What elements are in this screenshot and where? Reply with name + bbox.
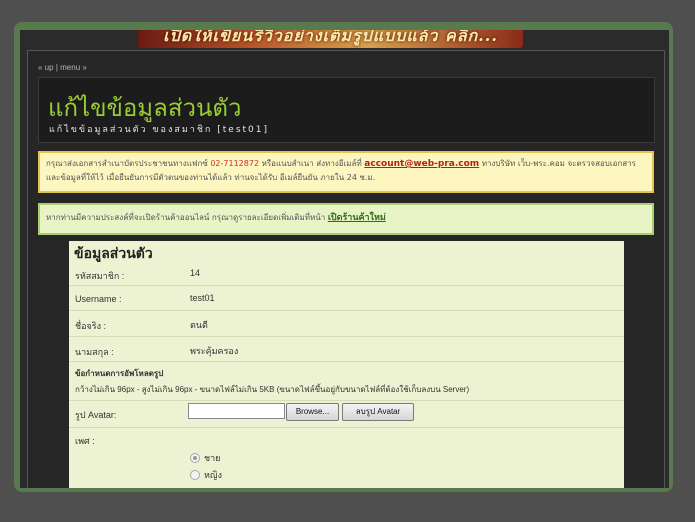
nav-up-link[interactable]: « up [38,63,54,72]
page-viewport: เปิดให้เขียนรีวิวอย่างเต็มรูปแบบแล้ว คลิ… [20,30,669,488]
notice-text-1: กรุณาส่งเอกสารสำเนาบัตรประชาชนทางแฟกซ์ [46,159,208,168]
avatar-label: รูป Avatar: [75,410,117,420]
email-link[interactable]: account@web-pra.com [364,159,479,169]
username-value: test01 [190,293,215,303]
avatar-row: รูป Avatar: Browse... ลบรูป Avatar [69,401,624,428]
first-name-row: ชื่อจริง : ตนตี [69,311,624,337]
avatar-file-input[interactable] [188,403,285,419]
shop-notice: หากท่านมีความประสงค์ที่จะเปิดร้านค้าออนไ… [38,203,654,235]
member-id-row: รหัสสมาชิก : 14 [69,261,624,286]
gender-male-radio[interactable] [190,453,200,463]
open-shop-link[interactable]: เปิดร้านค้าใหม่ [328,213,386,223]
upload-rules-text: กว้างไม่เกิน 96px - สูงไม่เกิน 96px - ขน… [75,385,470,394]
breadcrumb-nav: « up | menu » [38,63,87,72]
page-header: แก้ไขข้อมูลส่วนตัว แก้ไขข้อมูลส่วนตัว ขอ… [38,77,655,143]
username-row: Username : test01 [69,286,624,311]
first-name-value: ตนตี [190,320,208,330]
gender-label: เพศ : [75,436,95,446]
document-notice: กรุณาส่งเอกสารสำเนาบัตรประชาชนทางแฟกซ์ 0… [38,151,654,193]
gender-male-label: ชาย [204,453,221,463]
shop-notice-text: หากท่านมีความประสงค์ที่จะเปิดร้านค้าออนไ… [46,213,326,222]
username-label: Username : [75,294,122,304]
delete-avatar-button[interactable]: ลบรูป Avatar [342,403,414,421]
nav-menu-link[interactable]: menu » [60,63,87,72]
banner-text: เปิดให้เขียนรีวิวอย่างเต็มรูปแบบแล้ว คลิ… [163,30,498,45]
gender-female-radio[interactable] [190,470,200,480]
upload-rules-row: ข้อกำหนดการอัพโหลดรูป กว้างไม่เกิน 96px … [69,362,624,401]
upload-rules-title: ข้อกำหนดการอัพโหลดรูป [75,369,164,378]
gender-female-label: หญิง [204,470,222,480]
browse-button[interactable]: Browse... [286,403,339,421]
last-name-label: นามสกุล : [75,347,114,357]
content-box: « up | menu » แก้ไขข้อมูลส่วนตัว แก้ไขข้… [27,50,665,488]
last-name-row: นามสกุล : พระคุ้มครอง [69,337,624,362]
gender-row: เพศ : ชาย หญิง [69,428,624,488]
page-subtitle: แก้ไขข้อมูลส่วนตัว ของสมาชิก [test01] [49,125,270,135]
profile-form: ข้อมูลส่วนตัว รหัสสมาชิก : 14 Username :… [69,241,624,488]
site-banner[interactable]: เปิดให้เขียนรีวิวอย่างเต็มรูปแบบแล้ว คลิ… [138,30,523,48]
last-name-value: พระคุ้มครอง [190,346,239,356]
fax-number: 02-7112872 [210,159,260,168]
nav-separator: | [55,63,58,72]
member-id-label: รหัสสมาชิก : [75,271,125,281]
notice-text-2: หรือแนบสำเนา ส่งทางอีเมล์ที่ [261,159,362,168]
first-name-label: ชื่อจริง : [75,321,107,331]
member-id-value: 14 [190,268,201,278]
